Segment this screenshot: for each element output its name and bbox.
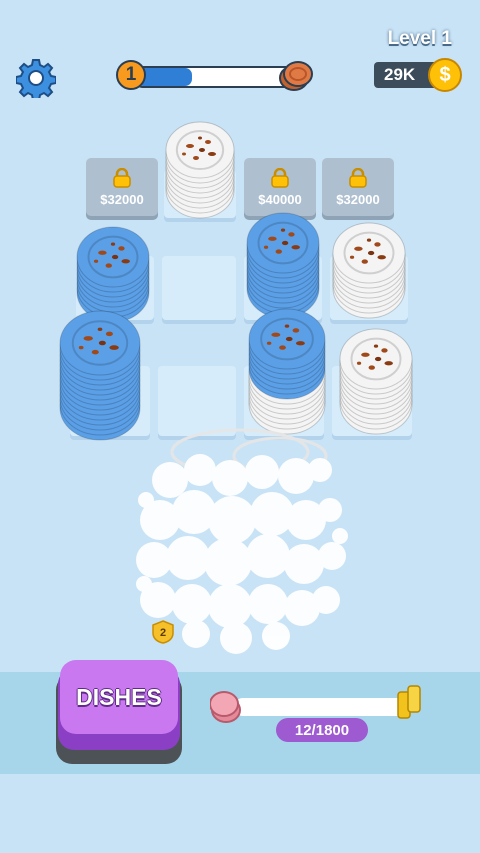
- plate-stack: [76, 226, 150, 323]
- dish-progress-track: [234, 698, 406, 716]
- plate-stack: [339, 328, 413, 435]
- plate-stack: [332, 222, 406, 319]
- dish-count: 12/1800: [276, 718, 368, 742]
- stack-level-badge: 2: [152, 620, 174, 644]
- plate-stack: [248, 308, 326, 435]
- plate-stack: [246, 212, 320, 319]
- stack-level-number: 2: [160, 627, 166, 639]
- dirty-plates-icon: [210, 691, 241, 723]
- plate-stack: [59, 310, 141, 441]
- dishes-button[interactable]: DISHES: [56, 660, 182, 764]
- plate-stack: [165, 121, 235, 219]
- gold-cups-icon: [397, 685, 421, 719]
- dish-progress: 12/1800: [210, 685, 422, 744]
- dishes-button-label: DISHES: [60, 660, 178, 734]
